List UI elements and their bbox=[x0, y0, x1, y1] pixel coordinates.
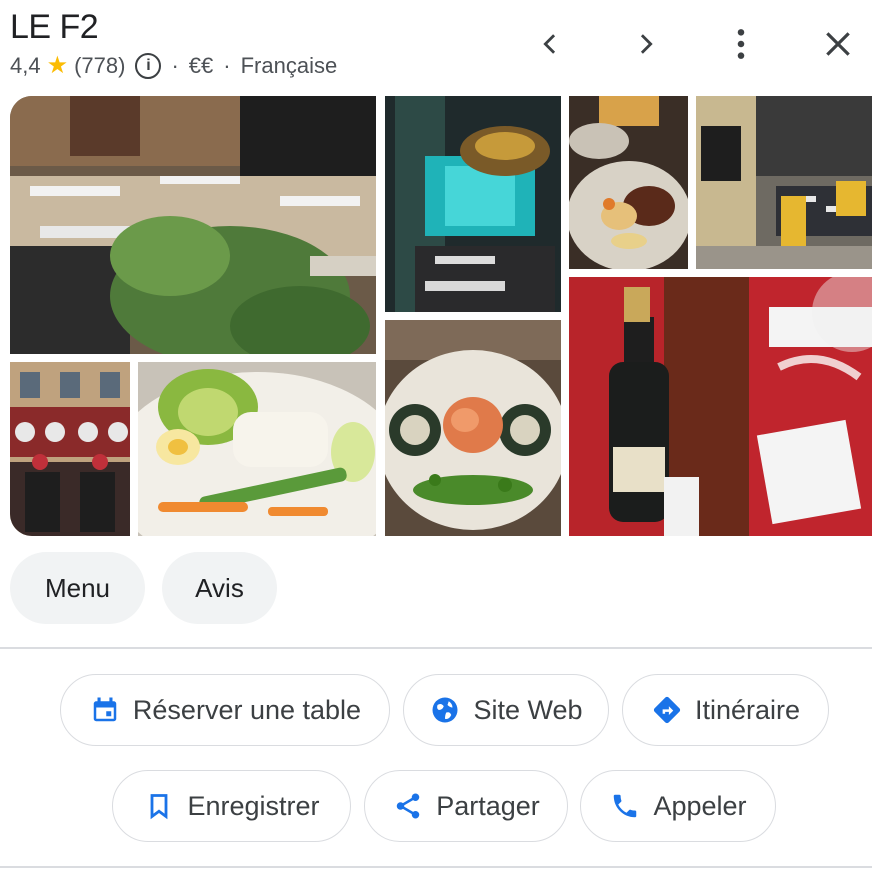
photo-fish-vegetables-image bbox=[138, 362, 376, 536]
reserve-table-button[interactable]: Réserver une table bbox=[60, 674, 390, 746]
rating-value: 4,4 bbox=[10, 53, 41, 78]
place-title: LE F2 bbox=[10, 8, 99, 46]
next-button[interactable] bbox=[622, 20, 670, 68]
photo-terrace-image bbox=[10, 96, 376, 354]
calendar-icon bbox=[89, 694, 121, 726]
call-button[interactable]: Appeler bbox=[580, 770, 776, 842]
reserve-table-label: Réserver une table bbox=[132, 694, 362, 725]
website-button[interactable]: Site Web bbox=[403, 674, 609, 746]
section-divider bbox=[0, 647, 872, 649]
share-button[interactable]: Partager bbox=[364, 770, 568, 842]
photo-terrace[interactable] bbox=[10, 96, 376, 354]
directions-label: Itinéraire bbox=[694, 694, 801, 725]
chevron-left-icon bbox=[543, 34, 556, 54]
globe-icon bbox=[429, 694, 461, 726]
photo-red-decor[interactable] bbox=[569, 277, 872, 536]
photo-street-terrace-image bbox=[696, 96, 872, 269]
separator: · bbox=[171, 53, 179, 78]
phone-icon bbox=[609, 790, 641, 822]
photo-gallery bbox=[10, 96, 872, 536]
review-count[interactable]: (778) bbox=[74, 53, 125, 79]
bottom-divider bbox=[0, 866, 872, 868]
photo-interior-teal-image bbox=[385, 96, 561, 312]
separator: · bbox=[223, 53, 231, 78]
photo-facade-flowers-image bbox=[10, 362, 130, 536]
more-options-button[interactable] bbox=[717, 20, 765, 68]
website-label: Site Web bbox=[473, 694, 583, 725]
share-icon bbox=[392, 790, 424, 822]
photo-street-terrace[interactable] bbox=[696, 96, 872, 269]
photo-maki-plate-image bbox=[385, 320, 561, 536]
photo-fish-vegetables[interactable] bbox=[138, 362, 376, 536]
star-icon: ★ bbox=[46, 52, 69, 79]
tab-menu[interactable]: Menu bbox=[10, 552, 145, 624]
photo-facade-flowers[interactable] bbox=[10, 362, 130, 536]
more-vertical-icon bbox=[737, 29, 745, 59]
bookmark-icon bbox=[143, 790, 175, 822]
save-label: Enregistrer bbox=[187, 790, 320, 821]
price-level: €€ bbox=[188, 53, 214, 78]
photo-plated-dish-image bbox=[569, 96, 688, 269]
share-label: Partager bbox=[436, 790, 540, 821]
photo-red-decor-image bbox=[569, 277, 872, 536]
chevron-right-icon bbox=[640, 34, 653, 54]
place-header: LE F2 4,4 ★ (778) i · €€ · Française bbox=[0, 0, 872, 96]
tab-reviews[interactable]: Avis bbox=[162, 552, 277, 624]
directions-icon bbox=[651, 694, 683, 726]
photo-maki-plate[interactable] bbox=[385, 320, 561, 536]
call-label: Appeler bbox=[653, 790, 747, 821]
cuisine-category: Française bbox=[240, 53, 338, 78]
close-icon bbox=[826, 32, 850, 56]
photo-interior-teal[interactable] bbox=[385, 96, 561, 312]
place-meta: 4,4 ★ (778) i · €€ · Française bbox=[10, 53, 337, 79]
close-button[interactable] bbox=[814, 20, 862, 68]
directions-button[interactable]: Itinéraire bbox=[622, 674, 829, 746]
info-icon[interactable]: i bbox=[135, 53, 162, 79]
photo-plated-dish[interactable] bbox=[569, 96, 688, 269]
previous-button[interactable] bbox=[526, 20, 574, 68]
save-button[interactable]: Enregistrer bbox=[112, 770, 351, 842]
